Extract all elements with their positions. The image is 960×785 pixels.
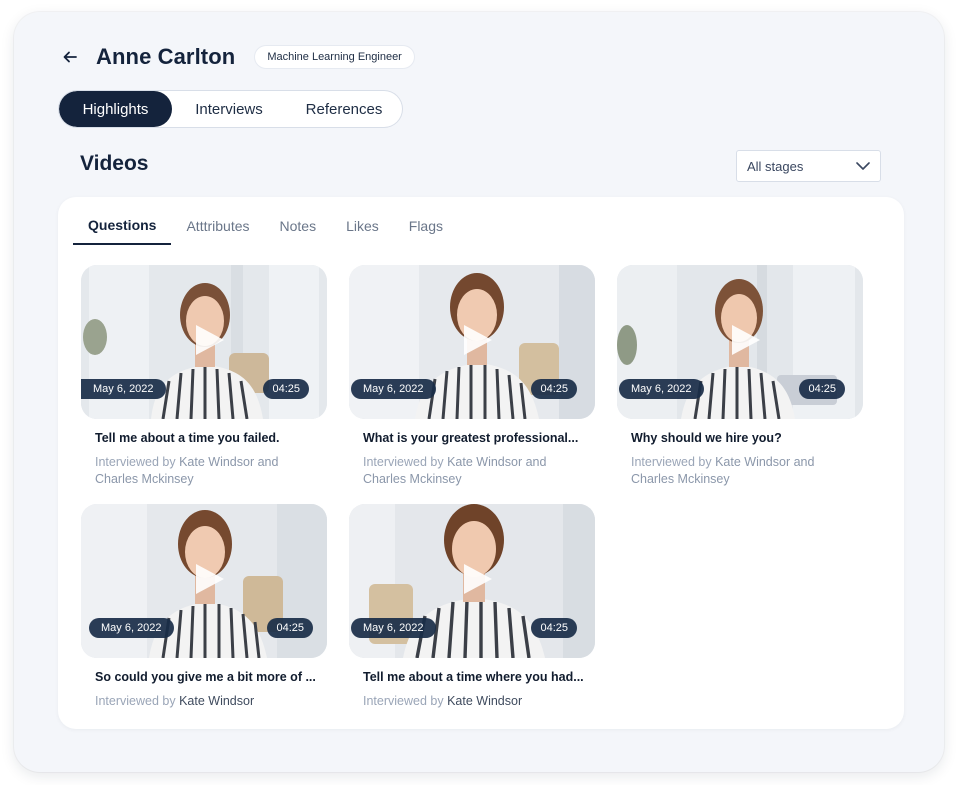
play-icon[interactable]	[460, 562, 494, 596]
interviewed-by-label: Interviewed by	[631, 455, 712, 469]
video-thumbnail[interactable]: May 6, 2022 04:25	[81, 265, 327, 419]
date-badge: May 6, 2022	[89, 618, 174, 638]
date-badge: May 6, 2022	[351, 379, 436, 399]
subtab-questions[interactable]: Questions	[73, 207, 172, 245]
duration-badge: 04:25	[267, 618, 313, 638]
duration-badge: 04:25	[531, 618, 577, 638]
interviewer-names: Kate Windsor	[179, 694, 255, 708]
play-icon[interactable]	[460, 323, 494, 357]
question-title: So could you give me a bit more of ...	[95, 670, 316, 684]
interviewed-by-label: Interviewed by	[95, 455, 176, 469]
duration-badge: 04:25	[263, 379, 309, 399]
question-title: Why should we hire you?	[631, 431, 782, 445]
interviewer-names: Kate Windsor and	[447, 455, 547, 469]
interviewer-info: Interviewed by Kate Windsor	[81, 693, 327, 710]
subtab-likes[interactable]: Likes	[331, 207, 394, 245]
subtab-notes[interactable]: Notes	[265, 207, 332, 245]
video-thumbnail[interactable]: May 6, 2022 04:25	[349, 504, 595, 658]
question-title: Tell me about a time you failed.	[95, 431, 280, 445]
play-icon[interactable]	[192, 323, 226, 357]
video-thumbnail[interactable]: May 6, 2022 04:25	[81, 504, 327, 658]
chevron-down-icon	[856, 162, 870, 170]
subtab-flags[interactable]: Flags	[394, 207, 458, 245]
subtab-attributes[interactable]: Atttributes	[171, 207, 264, 245]
role-badge: Machine Learning Engineer	[255, 46, 414, 68]
section-title: Videos	[80, 152, 149, 175]
tab-highlights[interactable]: Highlights	[59, 91, 172, 127]
interviewer-names: Kate Windsor and	[715, 455, 815, 469]
duration-badge: 04:25	[531, 379, 577, 399]
candidate-header: Anne Carlton Machine Learning Engineer	[60, 42, 414, 72]
video-thumbnail[interactable]: May 6, 2022 04:25	[349, 265, 595, 419]
play-icon[interactable]	[728, 323, 762, 357]
question-title: Tell me about a time where you had...	[363, 670, 584, 684]
back-button[interactable]	[60, 47, 80, 67]
main-tabs: Highlights Interviews References	[59, 91, 402, 127]
tab-references[interactable]: References	[286, 91, 402, 127]
tab-interviews[interactable]: Interviews	[172, 91, 286, 127]
interviewed-by-label: Interviewed by	[363, 455, 444, 469]
stage-filter-value: All stages	[747, 158, 804, 174]
interviewed-by-label: Interviewed by	[363, 694, 444, 708]
videos-panel: Questions Atttributes Notes Likes Flags …	[58, 197, 904, 729]
video-card[interactable]: May 6, 2022 04:25 Tell me about a time y…	[81, 265, 327, 488]
interviewer-info: Interviewed by Kate Windsor	[349, 693, 595, 710]
candidate-name: Anne Carlton	[96, 44, 236, 69]
interviewed-by-label: Interviewed by	[95, 694, 176, 708]
play-icon[interactable]	[192, 562, 226, 596]
stage-filter-select[interactable]: All stages	[736, 150, 881, 182]
interviewer-names: Kate Windsor	[447, 694, 523, 708]
interviewer-names-2: Charles Mckinsey	[631, 472, 730, 486]
video-card[interactable]: May 6, 2022 04:25 Why should we hire you…	[617, 265, 863, 488]
date-badge: May 6, 2022	[351, 618, 436, 638]
interviewer-names-2: Charles Mckinsey	[363, 472, 462, 486]
question-title: What is your greatest professional...	[363, 431, 579, 445]
video-card[interactable]: May 6, 2022 04:25 What is your greatest …	[349, 265, 595, 488]
interviewer-info: Interviewed by Kate Windsor and Charles …	[349, 454, 595, 488]
date-badge: May 6, 2022	[619, 379, 704, 399]
sub-tabs: Questions Atttributes Notes Likes Flags	[73, 207, 458, 245]
duration-badge: 04:25	[799, 379, 845, 399]
interviewer-info: Interviewed by Kate Windsor and Charles …	[617, 454, 863, 488]
date-badge: May 6, 2022	[81, 379, 166, 399]
interviewer-info: Interviewed by Kate Windsor and Charles …	[81, 454, 327, 488]
arrow-left-icon	[63, 51, 77, 63]
interviewer-names: Kate Windsor and	[179, 455, 279, 469]
video-card[interactable]: May 6, 2022 04:25 Tell me about a time w…	[349, 504, 595, 710]
video-thumbnail[interactable]: May 6, 2022 04:25	[617, 265, 863, 419]
interviewer-names-2: Charles Mckinsey	[95, 472, 194, 486]
video-card[interactable]: May 6, 2022 04:25 So could you give me a…	[81, 504, 327, 710]
